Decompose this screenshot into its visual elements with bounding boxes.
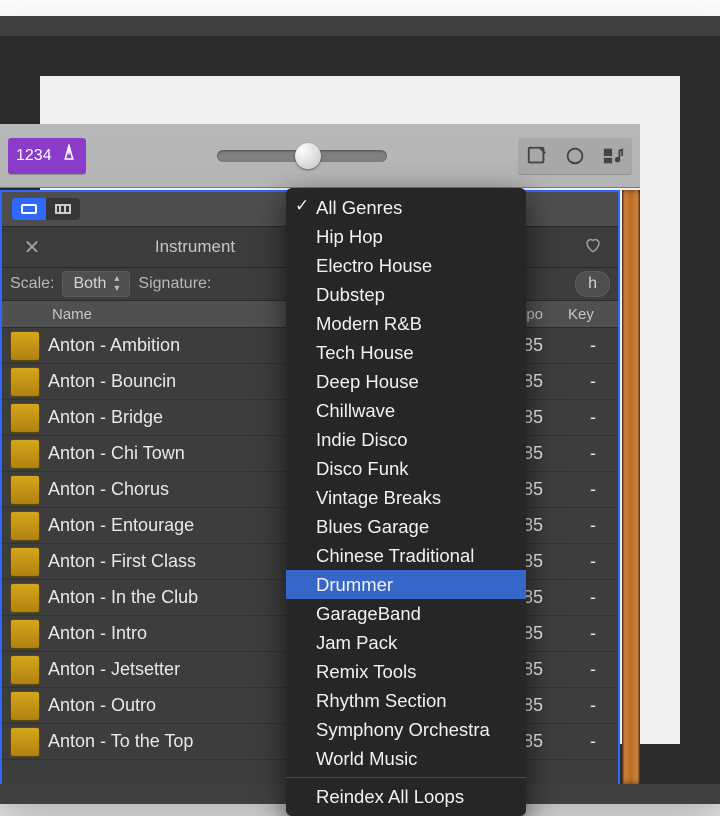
menu-item[interactable]: Jam Pack [286, 628, 526, 657]
menu-item-reindex[interactable]: Reindex All Loops [286, 782, 526, 811]
clear-filter-button[interactable]: ✕ [12, 235, 52, 260]
loop-key: - [568, 371, 618, 392]
loop-key: - [568, 515, 618, 536]
note-editor-button[interactable] [518, 138, 556, 174]
loop-pack-menu[interactable]: All GenresHip HopElectro HouseDubstepMod… [286, 188, 526, 816]
loop-icon[interactable] [10, 583, 40, 613]
search-input[interactable]: h [575, 271, 610, 297]
loop-icon[interactable] [10, 727, 40, 757]
slider-knob[interactable] [295, 143, 321, 169]
loop-icon[interactable] [10, 439, 40, 469]
count-in-button[interactable]: 1234 [8, 138, 86, 174]
header-key[interactable]: Key [568, 306, 618, 323]
loop-key: - [568, 587, 618, 608]
loop-icon[interactable] [10, 655, 40, 685]
loop-key: - [568, 407, 618, 428]
menu-item[interactable]: Modern R&B [286, 309, 526, 338]
loop-key: - [568, 479, 618, 500]
loop-icon[interactable] [10, 331, 40, 361]
loop-key: - [568, 659, 618, 680]
loop-icon[interactable] [10, 547, 40, 577]
menu-item[interactable]: GarageBand [286, 599, 526, 628]
loop-key: - [568, 335, 618, 356]
menu-item[interactable]: Chinese Traditional [286, 541, 526, 570]
scale-label: Scale: [10, 275, 54, 293]
menu-item[interactable]: Rhythm Section [286, 686, 526, 715]
menu-item[interactable]: Hip Hop [286, 222, 526, 251]
loop-browser-button[interactable] [556, 138, 594, 174]
column-view-toggle[interactable] [46, 198, 80, 220]
loop-icon[interactable] [10, 367, 40, 397]
menu-item[interactable]: Disco Funk [286, 454, 526, 483]
menu-item[interactable]: Dubstep [286, 280, 526, 309]
button-view-toggle[interactable] [12, 198, 46, 220]
view-toggle [12, 198, 80, 220]
count-in-label: 1234 [16, 147, 52, 165]
menu-item[interactable]: Drummer [286, 570, 526, 599]
menu-item[interactable]: Tech House [286, 338, 526, 367]
volume-slider[interactable] [217, 150, 387, 162]
menu-item[interactable]: All Genres [286, 193, 526, 222]
loop-icon[interactable] [10, 619, 40, 649]
loop-key: - [568, 731, 618, 752]
loop-icon[interactable] [10, 691, 40, 721]
wood-side-panel [622, 190, 640, 784]
media-browser-button[interactable] [594, 138, 632, 174]
signature-label: Signature: [138, 275, 211, 293]
loop-key: - [568, 623, 618, 644]
scale-value: Both [73, 275, 106, 293]
favorites-button[interactable] [578, 236, 608, 259]
loop-icon[interactable] [10, 403, 40, 433]
main-toolbar: 1234 [0, 124, 640, 188]
search-fragment: h [588, 275, 597, 292]
metronome-icon [60, 144, 78, 167]
menu-item[interactable]: Remix Tools [286, 657, 526, 686]
menu-item[interactable]: Vintage Breaks [286, 483, 526, 512]
menu-item[interactable]: Chillwave [286, 396, 526, 425]
menu-item[interactable]: Symphony Orchestra [286, 715, 526, 744]
menu-separator [286, 777, 526, 778]
menu-item[interactable]: Indie Disco [286, 425, 526, 454]
menu-item[interactable]: Deep House [286, 367, 526, 396]
menu-item[interactable]: Blues Garage [286, 512, 526, 541]
loop-key: - [568, 551, 618, 572]
loop-key: - [568, 695, 618, 716]
scale-dropdown[interactable]: Both ▴▾ [62, 271, 130, 297]
chevron-updown-icon: ▴▾ [114, 274, 119, 294]
loop-icon[interactable] [10, 511, 40, 541]
menu-item[interactable]: World Music [286, 744, 526, 773]
loop-icon[interactable] [10, 475, 40, 505]
menu-item[interactable]: Electro House [286, 251, 526, 280]
loop-key: - [568, 443, 618, 464]
